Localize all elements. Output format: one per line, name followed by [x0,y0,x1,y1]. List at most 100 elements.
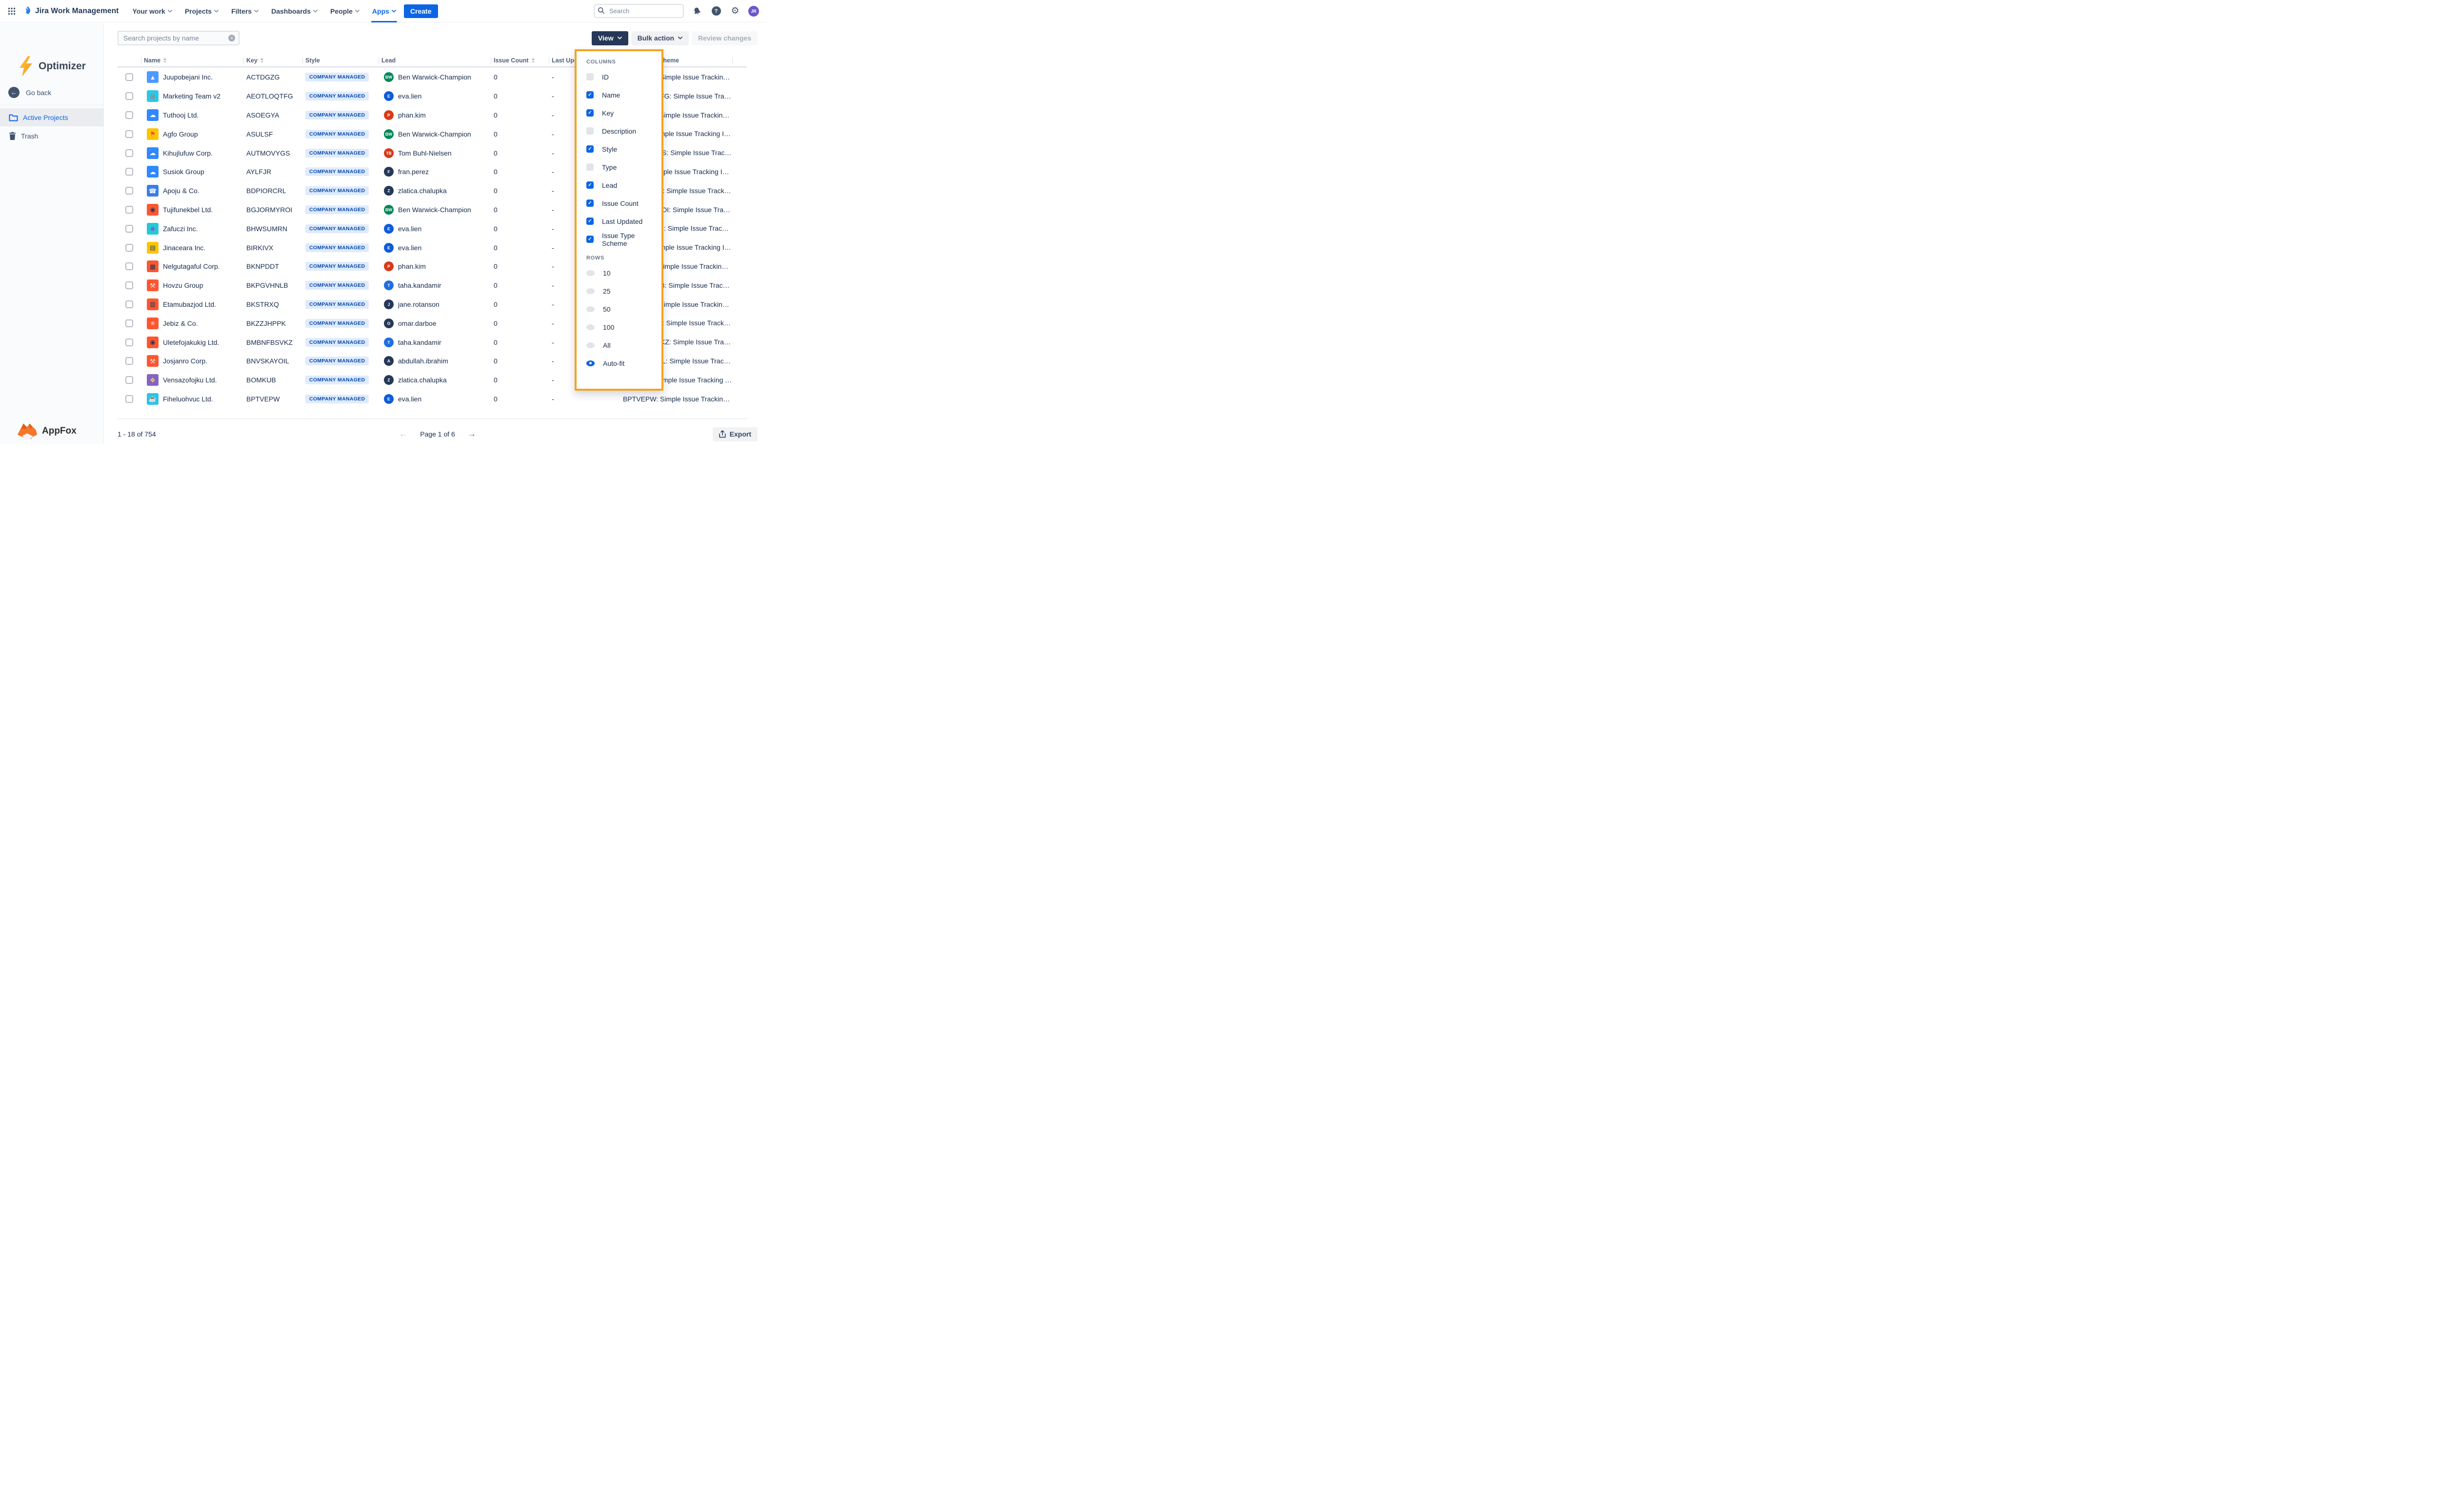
column-toggle-key[interactable]: ✓ Key [577,104,661,122]
lifebuoy-icon: ◎ [147,90,159,102]
row-checkbox[interactable] [125,187,133,195]
radio-icon[interactable] [586,360,595,366]
settings-gear-icon[interactable]: ⚙ [729,5,741,17]
row-checkbox[interactable] [125,206,133,214]
style-badge: COMPANY MANAGED [305,319,369,328]
go-back-button[interactable]: ← Go back [8,87,51,98]
notifications-bell-icon[interactable] [691,5,703,17]
checkbox-icon[interactable]: ✓ [586,199,594,207]
checkbox-icon[interactable]: ✓ [586,109,594,117]
radio-icon[interactable] [586,324,595,330]
column-header-lead[interactable]: Lead [379,55,491,66]
row-checkbox[interactable] [125,376,133,384]
rows-option-100[interactable]: 100 [577,318,661,336]
row-checkbox[interactable] [125,281,133,289]
rows-option-10[interactable]: 10 [577,264,661,282]
checkbox-icon[interactable]: ✓ [586,236,594,243]
column-toggle-id[interactable]: ID [577,68,661,86]
nav-item-dashboards[interactable]: Dashboards [271,0,318,22]
nav-item-people[interactable]: People [330,0,360,22]
nav-item-projects[interactable]: Projects [185,0,219,22]
radio-icon[interactable] [586,306,595,312]
row-checkbox[interactable] [125,168,133,176]
help-icon[interactable]: ? [710,5,722,17]
rows-option-25[interactable]: 25 [577,282,661,300]
row-checkbox[interactable] [125,395,133,403]
sidebar-item-active-projects[interactable]: Active Projects [0,108,103,126]
bulk-action-button[interactable]: Bulk action [631,31,689,45]
row-checkbox[interactable] [125,357,133,365]
row-checkbox[interactable] [125,319,133,327]
view-button[interactable]: View [592,31,628,45]
row-checkbox[interactable] [125,244,133,252]
create-button[interactable]: Create [404,4,438,18]
rows-option-all[interactable]: All [577,336,661,354]
nav-item-apps[interactable]: Apps [372,0,396,22]
sidebar-item-trash[interactable]: Trash [0,127,103,145]
column-toggle-label: Issue Count [602,199,639,207]
column-toggle-lead[interactable]: ✓ Lead [577,176,661,194]
lead-avatar: TB [384,148,394,158]
column-header-name[interactable]: Name [141,55,243,66]
global-search-input[interactable] [594,4,684,18]
issue-count: 0 [494,262,498,270]
row-checkbox[interactable] [125,262,133,270]
project-search-input[interactable] [118,31,240,45]
column-header-issue-count[interactable]: Issue Count [491,55,549,66]
row-checkbox[interactable] [125,130,133,138]
rows-option-50[interactable]: 50 [577,300,661,318]
row-checkbox[interactable] [125,73,133,81]
row-checkbox[interactable] [125,300,133,308]
checkbox-icon[interactable] [586,73,594,80]
column-toggle-type[interactable]: Type [577,158,661,176]
radio-icon[interactable] [586,288,595,294]
row-checkbox[interactable] [125,149,133,157]
row-checkbox[interactable] [125,338,133,346]
user-avatar[interactable]: JR [748,6,759,17]
checkbox-icon[interactable]: ✓ [586,181,594,189]
product-title: Jira Work Management [35,7,119,16]
lead-name: Tom Buhl-Nielsen [398,149,452,157]
column-header-style[interactable]: Style [302,55,379,66]
column-toggle-issue-type-scheme[interactable]: ✓ Issue Type Scheme [577,230,661,248]
last-updated: - [552,225,554,233]
column-toggle-last-updated[interactable]: ✓ Last Updated [577,212,661,230]
sidebar-app-name: Optimizer [39,60,86,72]
project-name: Marketing Team v2 [163,92,220,100]
issue-count: 0 [494,357,498,365]
column-header-key[interactable]: Key [243,55,302,66]
review-changes-button[interactable]: Review changes [692,31,758,45]
nav-item-your-work[interactable]: Your work [132,0,172,22]
style-badge: COMPANY MANAGED [305,395,369,403]
row-checkbox[interactable] [125,225,133,233]
next-page-arrow-icon[interactable]: → [468,429,476,439]
app-switcher-icon[interactable] [6,5,18,17]
row-checkbox[interactable] [125,92,133,100]
lead-avatar: O [384,318,394,328]
clear-search-icon[interactable]: ✕ [228,35,235,41]
previous-page-arrow-icon[interactable]: ← [399,429,407,439]
column-toggle-label: Description [602,127,636,135]
checkbox-icon[interactable] [586,127,594,135]
checkbox-icon[interactable]: ✓ [586,145,594,153]
export-button[interactable]: Export [713,427,758,441]
checkbox-icon[interactable]: ✓ [586,91,594,99]
vinyl-icon: ◉ [147,337,159,348]
issue-count: 0 [494,168,498,176]
checkbox-icon[interactable] [586,163,594,171]
column-toggle-style[interactable]: ✓ Style [577,140,661,158]
chevron-down-icon [355,10,360,13]
column-toggle-name[interactable]: ✓ Name [577,86,661,104]
row-checkbox[interactable] [125,111,133,119]
radio-icon[interactable] [586,270,595,276]
wallet-icon: ▤ [147,242,159,254]
mountain-icon: ▲ [147,71,159,83]
column-toggle-description[interactable]: Description [577,122,661,140]
rows-option-auto-fit[interactable]: Auto-fit [577,354,661,372]
column-toggle-issue-count[interactable]: ✓ Issue Count [577,194,661,212]
radio-icon[interactable] [586,342,595,348]
last-updated: - [552,92,554,100]
checkbox-icon[interactable]: ✓ [586,218,594,225]
export-share-icon [719,430,726,438]
nav-item-filters[interactable]: Filters [231,0,259,22]
